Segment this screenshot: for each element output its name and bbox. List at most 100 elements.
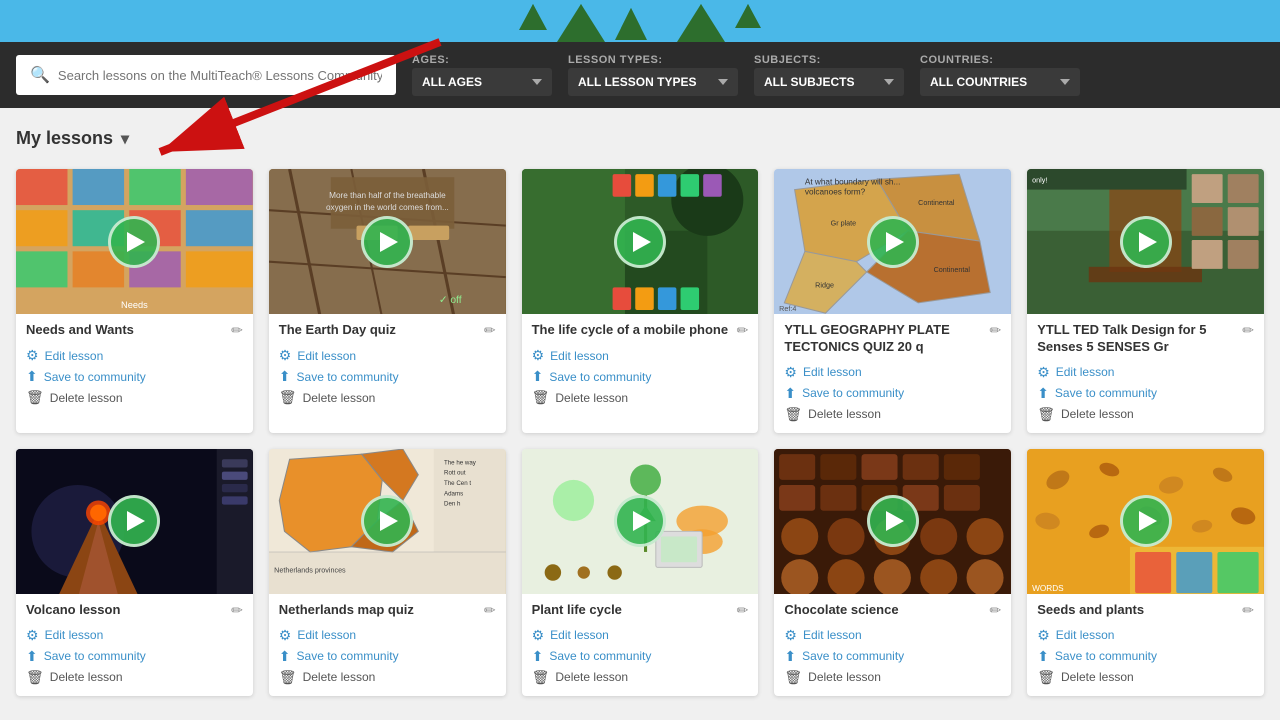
- save-community-link-8[interactable]: ⬆ Save to community: [532, 648, 749, 665]
- edit-lesson-link-7[interactable]: ⚙ Edit lesson: [279, 627, 496, 644]
- play-button-5[interactable]: [1120, 216, 1172, 268]
- edit-pencil-icon-4[interactable]: ✏: [989, 322, 1001, 339]
- delete-lesson-link-5[interactable]: 🗑 Delete lesson: [1037, 406, 1254, 423]
- edit-lesson-label-4: Edit lesson: [803, 365, 862, 379]
- tree-large-2: [677, 4, 725, 42]
- svg-text:Ridge: Ridge: [816, 280, 835, 289]
- play-button-8[interactable]: [614, 495, 666, 547]
- edit-pencil-icon-10[interactable]: ✏: [1242, 602, 1254, 619]
- save-community-link-6[interactable]: ⬆ Save to community: [26, 648, 243, 665]
- delete-lesson-link-10[interactable]: 🗑 Delete lesson: [1037, 669, 1254, 686]
- gear-icon-3: ⚙: [532, 347, 545, 364]
- edit-lesson-link-4[interactable]: ⚙ Edit lesson: [784, 364, 1001, 381]
- edit-lesson-link-10[interactable]: ⚙ Edit lesson: [1037, 627, 1254, 644]
- edit-lesson-link-3[interactable]: ⚙ Edit lesson: [532, 347, 749, 364]
- save-community-label-9: Save to community: [802, 649, 904, 663]
- edit-pencil-icon-3[interactable]: ✏: [737, 322, 749, 339]
- lesson-card-2: More than half of the breathable oxygen …: [269, 169, 506, 433]
- svg-text:Needs: Needs: [121, 300, 148, 310]
- play-icon-5: [1139, 232, 1157, 252]
- delete-lesson-link-8[interactable]: 🗑 Delete lesson: [532, 669, 749, 686]
- edit-lesson-link-2[interactable]: ⚙ Edit lesson: [279, 347, 496, 364]
- upload-icon-1: ⬆: [26, 368, 38, 385]
- delete-lesson-link-6[interactable]: 🗑 Delete lesson: [26, 669, 243, 686]
- lesson-info-5: YTLL TED Talk Design for 5 Senses 5 SENS…: [1027, 314, 1264, 433]
- subjects-label: SUBJECTS:: [754, 54, 904, 66]
- edit-pencil-icon-6[interactable]: ✏: [231, 602, 243, 619]
- delete-lesson-link-4[interactable]: 🗑 Delete lesson: [784, 406, 1001, 423]
- edit-lesson-link-1[interactable]: ⚙ Edit lesson: [26, 347, 243, 364]
- tree-small-1: [519, 4, 547, 30]
- play-button-6[interactable]: [108, 495, 160, 547]
- lesson-title-row-1: Needs and Wants ✏: [26, 322, 243, 339]
- edit-lesson-label-1: Edit lesson: [45, 349, 104, 363]
- edit-pencil-icon-5[interactable]: ✏: [1242, 322, 1254, 339]
- lesson-thumbnail-3: [522, 169, 759, 314]
- trash-icon-10: 🗑: [1037, 669, 1055, 686]
- subjects-select[interactable]: ALL SUBJECTS: [754, 68, 904, 96]
- ages-select[interactable]: ALL AGES: [412, 68, 552, 96]
- search-input[interactable]: [58, 68, 382, 83]
- delete-lesson-label-6: Delete lesson: [50, 670, 123, 684]
- save-community-link-2[interactable]: ⬆ Save to community: [279, 368, 496, 385]
- lesson-card-9: Chocolate science ✏ ⚙ Edit lesson ⬆ Save…: [774, 449, 1011, 696]
- trash-icon-1: 🗑: [26, 389, 44, 406]
- edit-pencil-icon-7[interactable]: ✏: [484, 602, 496, 619]
- save-community-link-10[interactable]: ⬆ Save to community: [1037, 648, 1254, 665]
- edit-lesson-label-7: Edit lesson: [297, 628, 356, 642]
- svg-text:Adams: Adams: [444, 490, 463, 497]
- lesson-actions-4: ⚙ Edit lesson ⬆ Save to community 🗑 Dele…: [784, 364, 1001, 423]
- lesson-title-8: Plant life cycle: [532, 602, 731, 619]
- save-community-label-8: Save to community: [549, 649, 651, 663]
- play-button-7[interactable]: [361, 495, 413, 547]
- delete-lesson-link-2[interactable]: 🗑 Delete lesson: [279, 389, 496, 406]
- delete-lesson-link-1[interactable]: 🗑 Delete lesson: [26, 389, 243, 406]
- chevron-down-icon[interactable]: ▾: [121, 129, 129, 149]
- gear-icon-8: ⚙: [532, 627, 545, 644]
- delete-lesson-link-3[interactable]: 🗑 Delete lesson: [532, 389, 749, 406]
- save-community-link-1[interactable]: ⬆ Save to community: [26, 368, 243, 385]
- play-button-1[interactable]: [108, 216, 160, 268]
- tree-small-2: [735, 4, 761, 28]
- countries-filter: COUNTRIES: ALL COUNTRIES: [920, 54, 1080, 96]
- edit-lesson-link-8[interactable]: ⚙ Edit lesson: [532, 627, 749, 644]
- lesson-title-6: Volcano lesson: [26, 602, 225, 619]
- edit-lesson-link-6[interactable]: ⚙ Edit lesson: [26, 627, 243, 644]
- edit-lesson-link-5[interactable]: ⚙ Edit lesson: [1037, 364, 1254, 381]
- gear-icon-10: ⚙: [1037, 627, 1050, 644]
- delete-lesson-link-7[interactable]: 🗑 Delete lesson: [279, 669, 496, 686]
- lesson-thumbnail-8: [522, 449, 759, 594]
- play-button-4[interactable]: [867, 216, 919, 268]
- lesson-title-row-5: YTLL TED Talk Design for 5 Senses 5 SENS…: [1037, 322, 1254, 356]
- play-button-2[interactable]: [361, 216, 413, 268]
- edit-pencil-icon-9[interactable]: ✏: [989, 602, 1001, 619]
- my-lessons-label: My lessons: [16, 128, 113, 149]
- upload-icon-3: ⬆: [532, 368, 544, 385]
- save-community-link-7[interactable]: ⬆ Save to community: [279, 648, 496, 665]
- lesson-info-3: The life cycle of a mobile phone ✏ ⚙ Edi…: [522, 314, 759, 416]
- edit-lesson-link-9[interactable]: ⚙ Edit lesson: [784, 627, 1001, 644]
- play-button-3[interactable]: [614, 216, 666, 268]
- lesson-actions-1: ⚙ Edit lesson ⬆ Save to community 🗑 Dele…: [26, 347, 243, 406]
- play-button-9[interactable]: [867, 495, 919, 547]
- play-button-10[interactable]: [1120, 495, 1172, 547]
- countries-select[interactable]: ALL COUNTRIES: [920, 68, 1080, 96]
- play-icon-6: [127, 511, 145, 531]
- toolbar-wrapper: 🔍 AGES: ALL AGES LESSON TYPES: ALL LESSO…: [0, 42, 1280, 108]
- lesson-thumbnail-1: Needs: [16, 169, 253, 314]
- trash-icon-8: 🗑: [532, 669, 550, 686]
- tree-medium: [615, 8, 647, 40]
- save-community-link-5[interactable]: ⬆ Save to community: [1037, 385, 1254, 402]
- edit-pencil-icon-8[interactable]: ✏: [737, 602, 749, 619]
- edit-pencil-icon-1[interactable]: ✏: [231, 322, 243, 339]
- gear-icon-4: ⚙: [784, 364, 797, 381]
- delete-lesson-link-9[interactable]: 🗑 Delete lesson: [784, 669, 1001, 686]
- save-community-link-9[interactable]: ⬆ Save to community: [784, 648, 1001, 665]
- lesson-title-row-4: YTLL GEOGRAPHY PLATE TECTONICS QUIZ 20 q…: [784, 322, 1001, 356]
- edit-lesson-label-10: Edit lesson: [1056, 628, 1115, 642]
- save-community-link-3[interactable]: ⬆ Save to community: [532, 368, 749, 385]
- edit-pencil-icon-2[interactable]: ✏: [484, 322, 496, 339]
- save-community-link-4[interactable]: ⬆ Save to community: [784, 385, 1001, 402]
- lesson-types-select[interactable]: ALL LESSON TYPES: [568, 68, 738, 96]
- filter-group: AGES: ALL AGES LESSON TYPES: ALL LESSON …: [412, 54, 1264, 96]
